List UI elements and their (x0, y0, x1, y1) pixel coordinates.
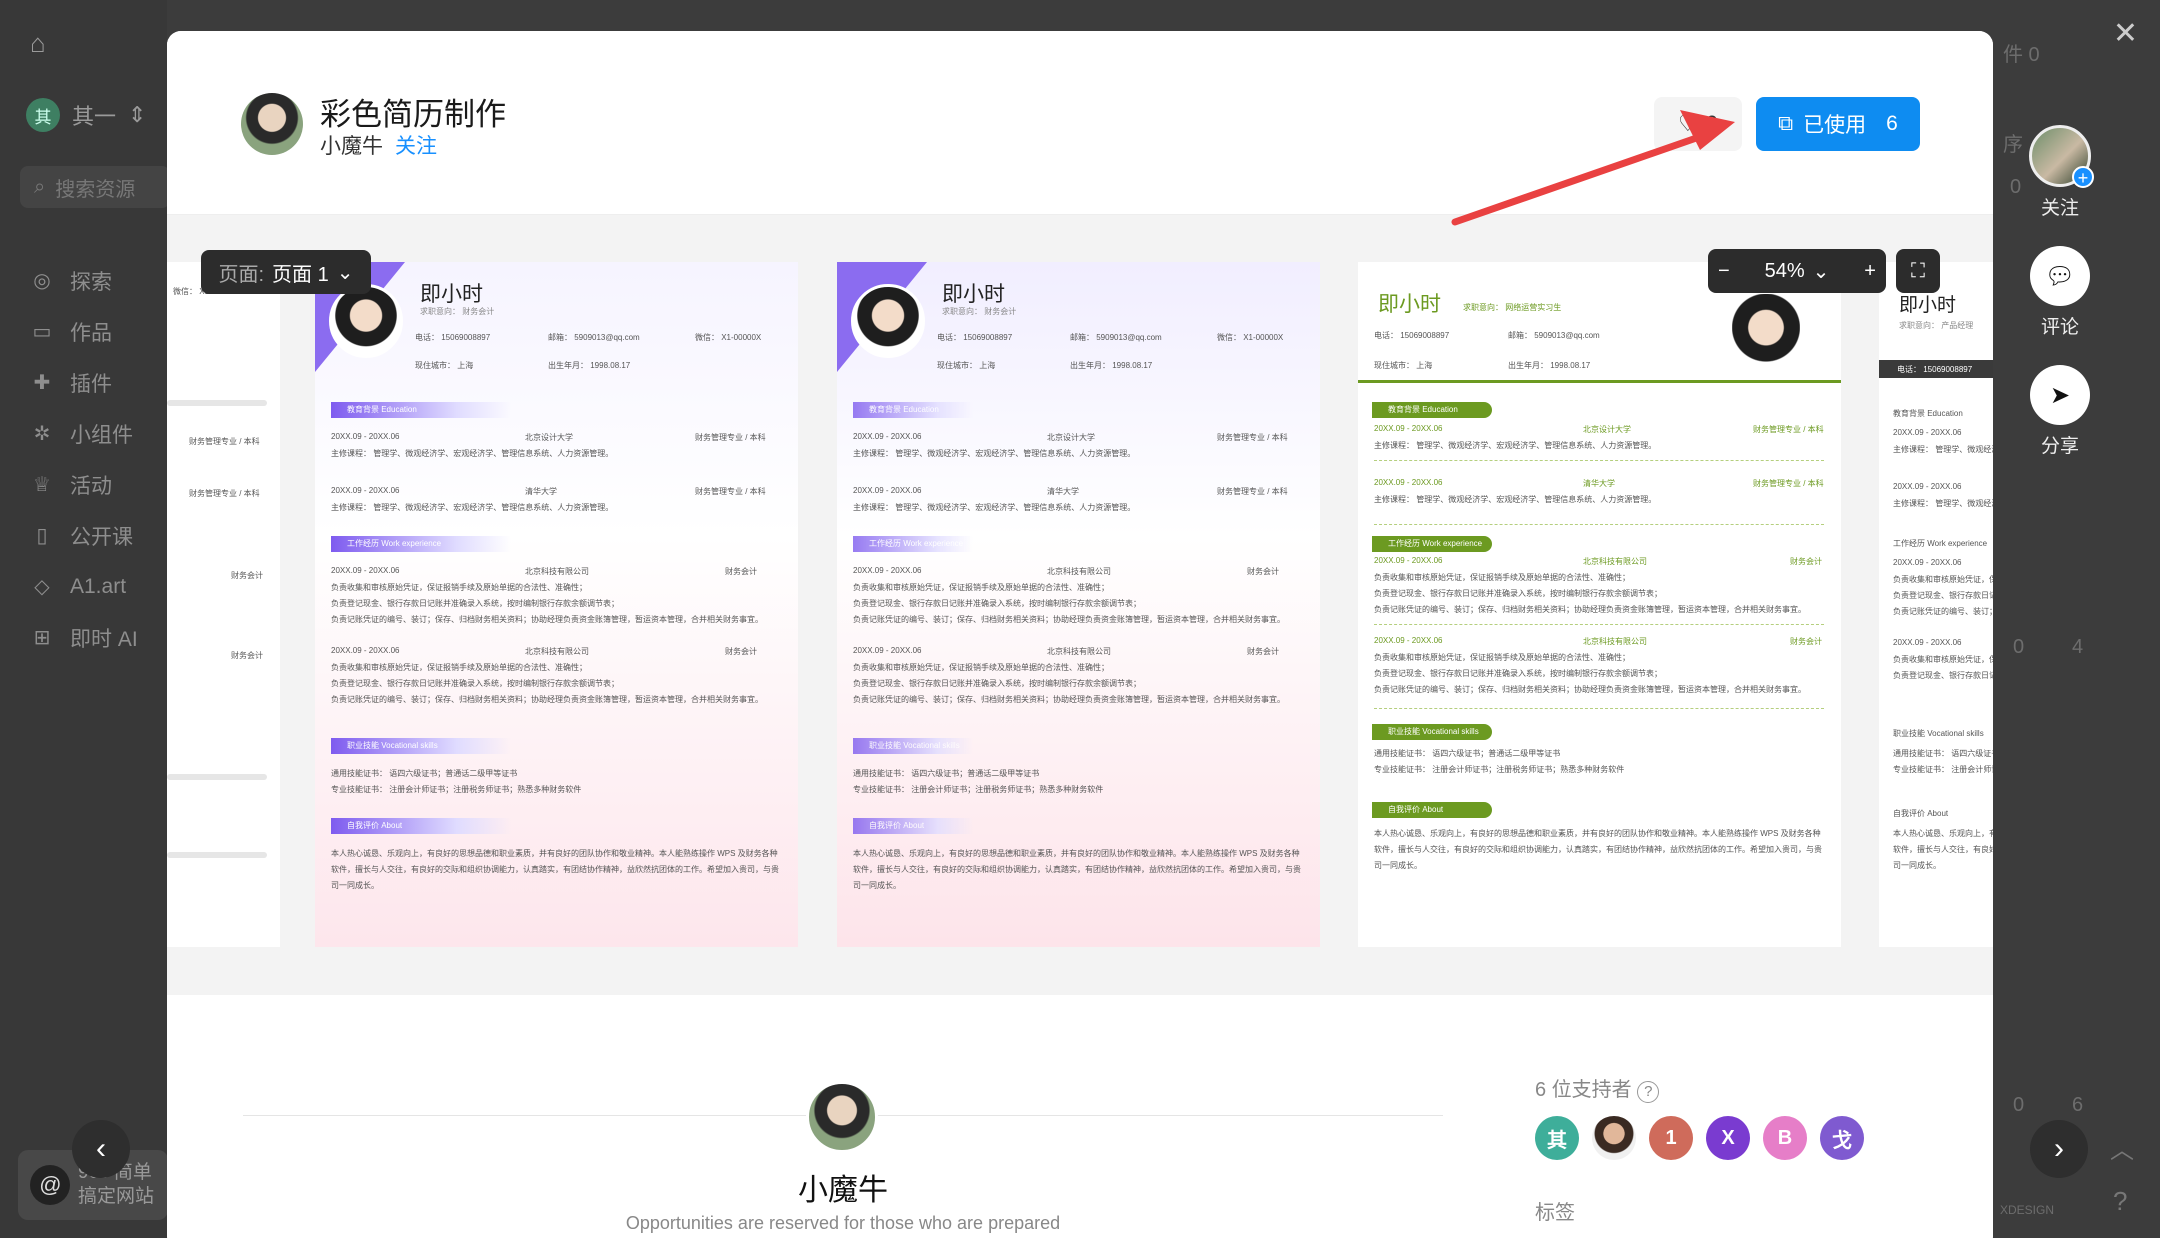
author-avatar-large[interactable] (806, 1081, 878, 1153)
chevron-left-icon: ‹ (96, 1132, 106, 1165)
template-title: 彩色简历制作 (320, 97, 506, 132)
supporters-list: 其 1 X B 戈 (1535, 1116, 1864, 1160)
ai-art-icon: ◇ (34, 576, 50, 598)
search-icon: ⌕ (34, 175, 46, 198)
comment-icon: 💬︎ (2044, 262, 2076, 290)
author-name-large[interactable]: 小魔牛 (760, 1165, 926, 1209)
side-actions: + 关注 💬︎ 评论 ➤ 分享 (2025, 125, 2095, 458)
sidebar-item-plugins[interactable]: ✚ 插件 (30, 357, 138, 408)
ai-icon: ⊞ (33, 627, 51, 649)
close-icon[interactable]: ✕ (2113, 16, 2138, 51)
chevron-down-icon: ⌄ (336, 261, 354, 284)
used-count: 6 (1886, 112, 1898, 135)
share-button[interactable]: ➤ (2030, 365, 2090, 425)
search-box[interactable]: ⌕ 搜索资源 (20, 166, 170, 208)
author-name[interactable]: 小魔牛 (320, 130, 383, 160)
background-sidebar: ⌂ 其 其一 ⇕ ⌕ 搜索资源 ◎ 探索 ▭ 作品 ✚ 插件 ✲ 小组件 ♕ 活动 ▯ 公开… (0, 0, 170, 1238)
home-icon[interactable]: ⌂ (30, 28, 46, 59)
supporter-avatar[interactable]: 戈 (1820, 1116, 1864, 1160)
sidebar-nav: ◎ 探索 ▭ 作品 ✚ 插件 ✲ 小组件 ♕ 活动 ▯ 公开课 ◇ A1.art ⊞ 即时 AI (30, 255, 138, 663)
widget-icon: ✲ (33, 423, 51, 445)
author-bio: Opportunities are reserved for those who… (625, 1213, 1061, 1233)
zoom-level-dropdown[interactable]: 54% ⌄ (1765, 259, 1830, 284)
resume-card-partial-right: 即小时 求职意向： 产品经理 电话： 15069008897 教育背景 Educ… (1879, 262, 1993, 947)
zoom-level: 54% (1764, 259, 1805, 282)
file-icon: ▭ (32, 321, 52, 343)
supporter-avatar[interactable]: 其 (1535, 1116, 1579, 1160)
page-selector-label: 页面: (218, 263, 265, 286)
like-count: 0 (1705, 111, 1718, 136)
page-selector[interactable]: 页面: 页面 1 ⌄ (201, 250, 371, 294)
sidebar-item-events[interactable]: ♕ 活动 (30, 459, 138, 510)
tags-title: 标签 (1535, 1202, 1575, 1224)
next-arrow-button[interactable]: › (2030, 1120, 2088, 1178)
bg-text: 6 (2072, 1094, 2084, 1116)
supporter-avatar[interactable]: 1 (1649, 1116, 1693, 1160)
follow-link[interactable]: 关注 (395, 130, 437, 160)
promo-logo-icon: @ (30, 1165, 70, 1205)
sidebar-item-courses[interactable]: ▯ 公开课 (30, 510, 138, 561)
fit-screen-icon: ⛶ (1911, 259, 1925, 282)
chevron-right-icon: › (2054, 1132, 2064, 1165)
plus-icon[interactable]: + (2072, 166, 2094, 188)
zoom-control: − 54% ⌄ + (1708, 249, 1886, 293)
bg-text: 0 (2013, 1094, 2025, 1116)
resume-card-purple-2: 即小时 求职意向： 财务会计 电话： 15069008897 邮箱： 59090… (837, 262, 1320, 947)
zoom-out-button[interactable]: − (1718, 260, 1730, 283)
chevron-down-icon: ⌄ (1812, 260, 1830, 283)
bg-text: 0 (2013, 636, 2025, 658)
page-selector-value: 页面 1 (272, 263, 329, 286)
search-placeholder: 搜索资源 (55, 178, 136, 201)
follow-label[interactable]: 关注 (2041, 193, 2079, 220)
supporter-avatar[interactable]: B (1763, 1116, 1807, 1160)
team-switcher[interactable]: 其 其一 ⇕ (26, 98, 146, 132)
zoom-in-button[interactable]: + (1864, 260, 1876, 283)
bg-text: XDESIGN (2000, 1203, 2055, 1217)
send-icon: ➤ (2049, 381, 2071, 409)
plugin-icon: ✚ (33, 372, 51, 394)
sidebar-item-widgets[interactable]: ✲ 小组件 (30, 408, 138, 459)
bg-text: 件 0 (2003, 44, 2040, 66)
used-label: 已使用 (1803, 114, 1867, 137)
resume-card-green: 即小时 求职意向： 网络运营实习生 电话： 15069008897 邮箱： 59… (1358, 262, 1841, 947)
resume-card-purple-1: 即小时 求职意向： 财务会计 电话： 15069008897 邮箱： 59090… (315, 262, 798, 947)
author-avatar[interactable] (241, 93, 303, 155)
share-label: 分享 (2040, 436, 2079, 457)
bg-text: 0 (2010, 176, 2022, 198)
help-circle-icon[interactable]: ? (1637, 1081, 1660, 1103)
fit-screen-button[interactable]: ⛶ (1896, 249, 1940, 293)
sidebar-item-discover[interactable]: ◎ 探索 (30, 255, 138, 306)
heart-icon: ♡ (1678, 111, 1698, 136)
supporter-avatar[interactable]: X (1706, 1116, 1750, 1160)
comment-button[interactable]: 💬︎ (2030, 246, 2090, 306)
sidebar-item-works[interactable]: ▭ 作品 (30, 306, 138, 357)
chevron-updown-icon: ⇕ (128, 102, 147, 127)
sidebar-item-a1art[interactable]: ◇ A1.art (30, 561, 138, 612)
preview-canvas[interactable]: 微信： X1-00000X 财务管理专业 / 本科 财务管理专业 / 本科 财务… (167, 215, 1993, 995)
bg-text: 4 (2072, 636, 2084, 658)
team-avatar: 其 (26, 98, 60, 132)
scroll-top-icon[interactable]: ︿ (2110, 1130, 2134, 1165)
trophy-icon: ♕ (33, 474, 51, 496)
team-name: 其一 (72, 104, 117, 129)
template-detail-modal: 彩色简历制作 小魔牛 关注 ♡ 0 ⧉ 已使用 6 微信： X1-00000X … (167, 31, 1993, 1238)
supporters-title: 6 位支持者 ? (1535, 1073, 1660, 1103)
prev-arrow-button[interactable]: ‹ (72, 1120, 130, 1178)
supporter-avatar[interactable] (1592, 1116, 1636, 1160)
sidebar-item-ai[interactable]: ⊞ 即时 AI (30, 612, 138, 663)
book-icon: ▯ (36, 525, 48, 547)
bg-text: 序 (2003, 134, 2023, 156)
author-avatar[interactable]: + (2029, 125, 2094, 188)
help-icon[interactable]: ? (2113, 1186, 2127, 1217)
modal-header: 彩色简历制作 小魔牛 关注 ♡ 0 ⧉ 已使用 6 (167, 31, 1993, 215)
discover-icon: ◎ (33, 270, 51, 292)
copy-icon: ⧉ (1778, 112, 1794, 135)
comment-label: 评论 (2040, 317, 2079, 338)
like-button[interactable]: ♡ 0 (1654, 97, 1742, 151)
resume-card-partial-left: 微信： X1-00000X 财务管理专业 / 本科 财务管理专业 / 本科 财务… (167, 262, 280, 947)
used-button[interactable]: ⧉ 已使用 6 (1756, 97, 1920, 151)
